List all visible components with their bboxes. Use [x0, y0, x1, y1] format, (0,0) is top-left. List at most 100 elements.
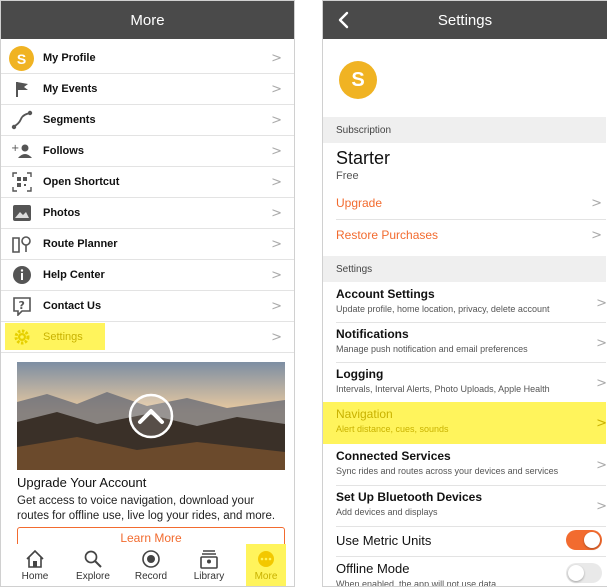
chevron-right-icon: > — [271, 329, 282, 345]
toggle-knob — [584, 532, 600, 548]
chevron-right-icon: > — [591, 195, 602, 211]
row-subtitle: When enabled, the app will not use data — [336, 579, 497, 587]
row-title: Account Settings — [336, 287, 435, 301]
connected-services-row[interactable]: Connected Services Sync rides and routes… — [323, 444, 607, 486]
svg-text:?: ? — [19, 299, 25, 312]
menu-item-settings[interactable]: Settings > — [1, 322, 294, 353]
chevron-right-icon: > — [591, 227, 602, 243]
menu-label: Settings — [43, 331, 83, 343]
more-icon — [256, 548, 276, 570]
flag-icon — [11, 78, 33, 100]
chevron-right-icon: > — [596, 336, 607, 351]
restore-purchases-row[interactable]: Restore Purchases > — [336, 220, 606, 250]
add-person-icon: + — [11, 140, 33, 162]
offline-mode-toggle[interactable] — [566, 563, 602, 583]
row-subtitle: Alert distance, cues, sounds — [336, 424, 449, 434]
avatar-icon: S — [9, 46, 34, 71]
settings-title: Settings — [437, 11, 493, 29]
metric-units-row: Use Metric Units — [323, 526, 606, 556]
row-subtitle: Manage push notification and email prefe… — [336, 344, 528, 354]
restore-label: Restore Purchases — [336, 228, 439, 242]
record-icon — [141, 548, 161, 570]
tab-label: Explore — [76, 571, 110, 582]
menu-label: Route Planner — [43, 238, 118, 250]
tab-label: More — [254, 571, 278, 582]
promo-title: Upgrade Your Account — [17, 475, 147, 490]
row-subtitle: Add devices and displays — [336, 507, 438, 517]
row-subtitle: Intervals, Interval Alerts, Photo Upload… — [336, 384, 550, 394]
tab-home[interactable]: Home — [7, 544, 63, 586]
offline-mode-row: Offline Mode When enabled, the app will … — [323, 556, 606, 587]
bluetooth-devices-row[interactable]: Set Up Bluetooth Devices Add devices and… — [323, 485, 607, 527]
library-icon — [199, 548, 219, 570]
tab-label: Record — [134, 571, 168, 582]
chevron-right-icon: > — [596, 458, 607, 473]
menu-label: Help Center — [43, 269, 105, 281]
toggle-knob — [568, 565, 584, 581]
plan-name: Starter — [336, 148, 391, 168]
row-subtitle: Update profile, home location, privacy, … — [336, 304, 550, 314]
chevron-right-icon: > — [596, 499, 607, 514]
info-icon — [11, 264, 33, 286]
chevron-right-icon: > — [271, 236, 282, 252]
upgrade-label: Upgrade — [336, 196, 383, 210]
menu-label: My Profile — [43, 52, 96, 64]
mountain-landscape-image — [17, 362, 285, 470]
row-subtitle: Sync rides and routes across your device… — [336, 466, 559, 476]
svg-text:+: + — [11, 143, 19, 154]
menu-label: My Events — [43, 83, 98, 95]
tab-explore[interactable]: Explore — [65, 544, 121, 586]
tab-label: Library — [193, 571, 225, 582]
chevron-right-icon: > — [271, 205, 282, 221]
chevron-right-icon: > — [596, 296, 607, 311]
row-title: Logging — [336, 367, 384, 381]
promo-body: Get access to voice navigation, download… — [17, 495, 276, 522]
bottom-tab-bar: Home Explore Record Library More — [1, 544, 294, 586]
notifications-row[interactable]: Notifications Manage push notification a… — [323, 322, 607, 364]
back-button[interactable] — [331, 7, 355, 33]
menu-item-follows[interactable]: + Follows > — [1, 136, 294, 167]
metric-units-toggle[interactable] — [566, 530, 602, 550]
row-title: Use Metric Units — [336, 533, 432, 548]
row-title: Connected Services — [336, 449, 451, 463]
avatar-letter: S — [16, 50, 27, 67]
menu-item-segments[interactable]: Segments > — [1, 105, 294, 136]
row-title: Notifications — [336, 327, 409, 341]
logging-row[interactable]: Logging Intervals, Interval Alerts, Phot… — [323, 362, 607, 404]
menu-label: Segments — [43, 114, 96, 126]
route-planner-icon — [11, 233, 33, 255]
menu-label: Photos — [43, 207, 81, 219]
menu-item-help-center[interactable]: Help Center > — [1, 260, 294, 291]
chevron-right-icon: > — [271, 267, 282, 283]
menu-item-photos[interactable]: Photos > — [1, 198, 294, 229]
navigation-row[interactable]: Navigation Alert distance, cues, sounds … — [323, 402, 607, 444]
menu-label: Follows — [43, 145, 84, 157]
tab-record[interactable]: Record — [123, 544, 179, 586]
chevron-right-icon: > — [271, 50, 282, 66]
avatar[interactable]: S — [339, 61, 377, 99]
menu-item-route-planner[interactable]: Route Planner > — [1, 229, 294, 260]
search-icon — [83, 548, 103, 570]
tab-more[interactable]: More — [238, 544, 294, 586]
question-icon: ? — [11, 295, 33, 317]
promo-image[interactable] — [17, 362, 285, 470]
menu-item-my-profile[interactable]: S My Profile > — [1, 43, 294, 74]
chevron-right-icon: > — [271, 298, 282, 314]
subscription-header: Subscription — [323, 117, 606, 143]
more-screen: More S My Profile > My Events > Segments… — [0, 0, 295, 587]
chevron-right-icon: > — [271, 143, 282, 159]
upgrade-row[interactable]: Upgrade > — [336, 188, 606, 218]
chevron-left-icon — [338, 11, 349, 29]
avatar-letter: S — [351, 68, 365, 91]
menu-item-my-events[interactable]: My Events > — [1, 74, 294, 105]
chevron-right-icon: > — [596, 376, 607, 391]
settings-screen: Settings S Subscription Starter Free Upg… — [322, 0, 607, 587]
more-nav-bar: More — [1, 1, 294, 39]
tab-library[interactable]: Library — [181, 544, 237, 586]
chevron-right-icon: > — [596, 416, 607, 431]
chevron-right-icon: > — [271, 174, 282, 190]
menu-label: Open Shortcut — [43, 176, 120, 188]
account-settings-row[interactable]: Account Settings Update profile, home lo… — [323, 282, 607, 324]
menu-item-open-shortcut[interactable]: Open Shortcut > — [1, 167, 294, 198]
menu-item-contact-us[interactable]: ? Contact Us > — [1, 291, 294, 322]
